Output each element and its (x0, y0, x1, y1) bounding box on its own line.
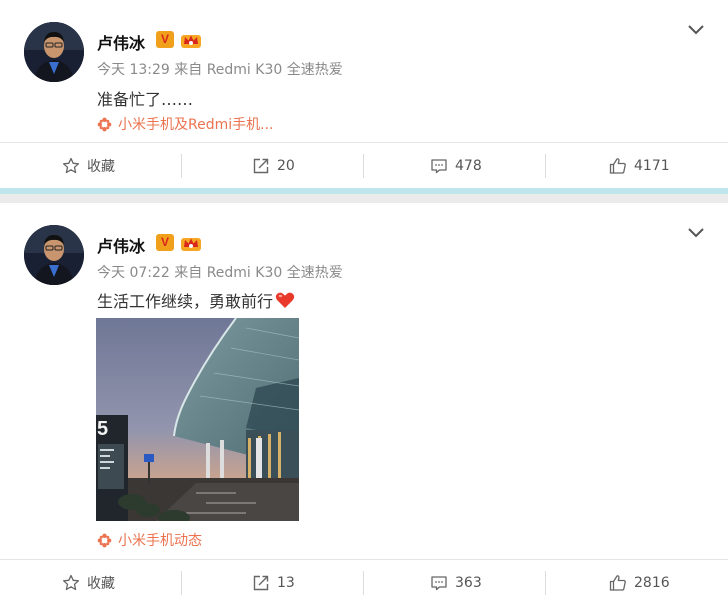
comment-button[interactable]: 363 (430, 560, 482, 605)
favorite-button[interactable]: 收藏 (62, 560, 115, 605)
thumbs-up-icon (609, 574, 626, 591)
post-text: 准备忙了…… (97, 90, 194, 109)
like-count: 2816 (634, 574, 670, 591)
comment-icon (431, 158, 447, 173)
comment-icon (431, 575, 447, 590)
feed-divider-accent (0, 188, 728, 194)
comment-button[interactable]: 478 (430, 143, 482, 188)
repost-count: 20 (277, 157, 295, 174)
action-separator (545, 154, 546, 178)
star-icon (62, 157, 80, 173)
like-count: 4171 (634, 157, 670, 174)
weibo-post-1: 卢伟冰 V 今天 13:29 来自 Redmi K30 全速热爱 准备忙了…… … (0, 0, 728, 188)
post-photo[interactable]: 5 (96, 318, 299, 521)
star-icon (62, 574, 80, 590)
source-tag-label: 小米手机及Redmi手机... (118, 117, 274, 133)
weibo-flower-icon (97, 117, 112, 131)
avatar[interactable] (24, 22, 84, 82)
thumbs-up-icon (609, 157, 626, 174)
like-button[interactable]: 4171 (609, 143, 670, 188)
chevron-down-icon[interactable] (686, 23, 706, 37)
post-via[interactable]: 来自 Redmi K30 全速热爱 (174, 62, 342, 78)
repost-count: 13 (277, 574, 295, 591)
verified-v-badge[interactable]: V (156, 31, 174, 48)
source-tag-label: 小米手机动态 (118, 533, 202, 549)
repost-icon (253, 158, 269, 173)
author-name[interactable]: 卢伟冰 (97, 30, 145, 54)
action-bar: 收藏 20 478 4171 (0, 142, 728, 187)
avatar[interactable] (24, 225, 84, 285)
post-meta: 今天 13:29 来自 Redmi K30 全速热爱 (97, 59, 343, 79)
post-text-content: 生活工作继续，勇敢前行 (97, 292, 274, 311)
action-separator (545, 571, 546, 595)
post-time[interactable]: 今天 13:29 (97, 62, 170, 78)
repost-button[interactable]: 20 (252, 143, 295, 188)
source-tag[interactable]: 小米手机动态 (97, 530, 202, 550)
post-meta: 今天 07:22 来自 Redmi K30 全速热爱 (97, 262, 343, 282)
action-separator (363, 154, 364, 178)
weibo-post-2: 卢伟冰 V 今天 07:22 来自 Redmi K30 全速热爱 生活工作继续，… (0, 203, 728, 603)
action-separator (181, 154, 182, 178)
post-text: 生活工作继续，勇敢前行 (97, 288, 295, 312)
member-crown-icon[interactable] (180, 31, 202, 49)
comment-count: 478 (455, 157, 482, 174)
post-time[interactable]: 今天 07:22 (97, 265, 170, 281)
action-separator (181, 571, 182, 595)
favorite-label: 收藏 (87, 158, 115, 175)
verified-v-badge[interactable]: V (156, 234, 174, 251)
favorite-label: 收藏 (87, 575, 115, 592)
source-tag[interactable]: 小米手机及Redmi手机... (97, 114, 273, 134)
comment-count: 363 (455, 574, 482, 591)
repost-button[interactable]: 13 (252, 560, 295, 605)
chevron-down-icon[interactable] (686, 226, 706, 240)
weibo-flower-icon (97, 533, 112, 547)
action-separator (363, 571, 364, 595)
like-button[interactable]: 2816 (609, 560, 670, 605)
author-name[interactable]: 卢伟冰 (97, 233, 145, 257)
favorite-button[interactable]: 收藏 (62, 143, 115, 188)
post-via[interactable]: 来自 Redmi K30 全速热爱 (174, 265, 342, 281)
gate-sign-number: 5 (97, 418, 108, 440)
feed-divider (0, 188, 728, 203)
heart-icon (275, 292, 295, 308)
action-bar: 收藏 13 363 2816 (0, 559, 728, 604)
repost-icon (253, 575, 269, 590)
member-crown-icon[interactable] (180, 234, 202, 252)
